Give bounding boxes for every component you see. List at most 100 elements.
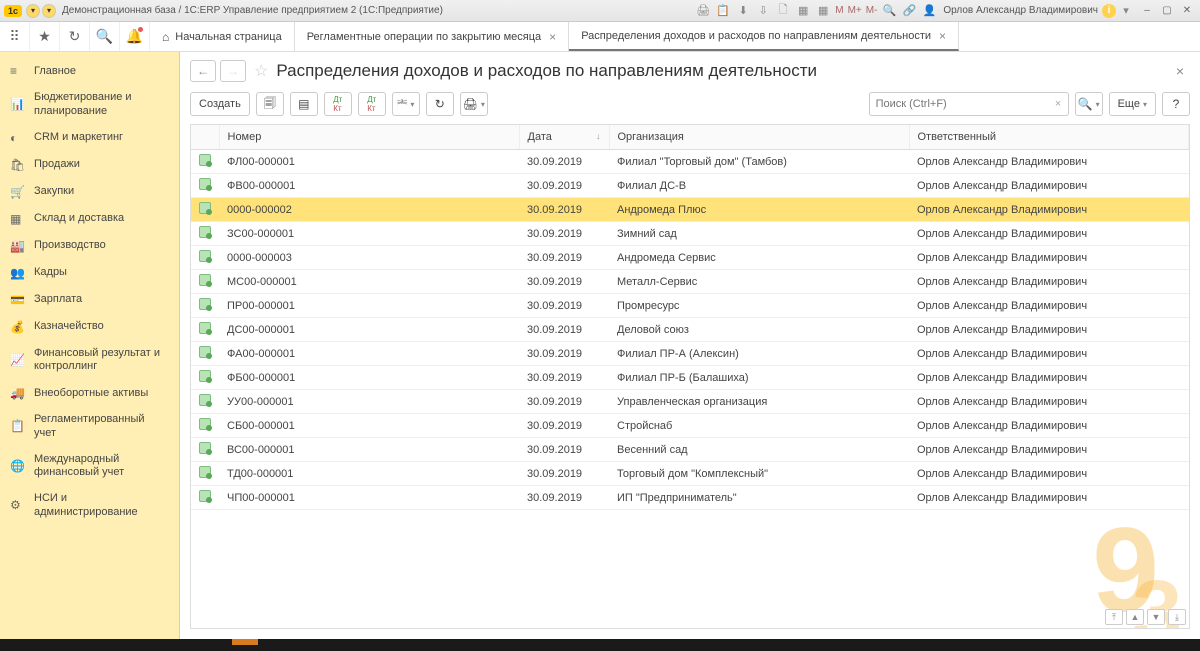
col-org[interactable]: Организация [609,125,909,150]
close-icon[interactable]: × [549,30,556,44]
memory-mminus[interactable]: M- [866,5,878,16]
zoom-icon[interactable]: 🔍 [881,3,897,19]
col-status[interactable] [191,125,219,150]
row-status-icon [191,318,219,342]
current-user[interactable]: Орлов Александр Владимирович [943,5,1098,16]
dropdown-icon[interactable]: ▾ [26,4,40,18]
table-row[interactable]: 0000-00000330.09.2019Андромеда СервисОрл… [191,246,1189,270]
sidebar-label: Производство [34,239,106,253]
app-logo: 1c [4,5,22,17]
nav-footer: ⤒ ▲ ▼ ⤓ [1105,609,1186,625]
info-icon[interactable]: i [1102,4,1116,18]
scroll-bottom-button[interactable]: ⤓ [1168,609,1186,625]
sidebar-label: НСИ и администрирование [34,492,169,520]
notifications-icon[interactable]: 🔔 [120,22,150,51]
tab-home[interactable]: ⌂ Начальная страница [150,22,295,51]
table-container: 93 Номер Дата↓ Организация Ответственный… [190,124,1190,629]
forward-button[interactable]: → [220,60,246,82]
memory-mplus[interactable]: M+ [848,5,862,16]
sidebar-item-11[interactable]: 🚚Внеоборотные активы [0,380,179,407]
advanced-search-button[interactable]: 🔍▾ [1075,92,1103,116]
table-row[interactable]: 0000-00000230.09.2019Андромеда ПлюсОрлов… [191,198,1189,222]
sidebar-item-5[interactable]: ▦Склад и доставка [0,206,179,233]
table-row[interactable]: ФБ00-00000130.09.2019Филиал ПР-Б (Балаши… [191,366,1189,390]
dt-kt-button[interactable]: ДтКт [324,92,352,116]
structure-button[interactable]: ⎃▾ [392,92,420,116]
clipboard-icon[interactable]: 📋 [715,3,731,19]
print-icon[interactable]: 🖨 [695,3,711,19]
user-icon: 👤 [921,3,937,19]
global-search-icon[interactable]: 🔍 [90,22,120,51]
table-row[interactable]: ФЛ00-00000130.09.2019Филиал "Торговый до… [191,150,1189,174]
table-row[interactable]: ДС00-00000130.09.2019Деловой союзОрлов А… [191,318,1189,342]
table-row[interactable]: ВС00-00000130.09.2019Весенний садОрлов А… [191,438,1189,462]
sidebar-item-13[interactable]: 🌐Международный финансовый учет [0,447,179,487]
tab-distributions[interactable]: Распределения доходов и расходов по напр… [569,22,959,51]
sidebar-item-2[interactable]: ◐CRM и маркетинг [0,125,179,152]
save-icon[interactable]: ⬇ [735,3,751,19]
table-row[interactable]: ПР00-00000130.09.2019ПромресурсОрлов Але… [191,294,1189,318]
table-row[interactable]: ФА00-00000130.09.2019Филиал ПР-А (Алекси… [191,342,1189,366]
copy-button[interactable]: 🗐 [256,92,284,116]
table-row[interactable]: ЧП00-00000130.09.2019ИП "Предприниматель… [191,486,1189,510]
minimize-button[interactable]: – [1138,2,1156,20]
col-responsible[interactable]: Ответственный [909,125,1189,150]
table-row[interactable]: ТД00-00000130.09.2019Торговый дом "Компл… [191,462,1189,486]
maximize-button[interactable]: ▢ [1158,2,1176,20]
back-button[interactable]: ← [190,60,216,82]
col-date[interactable]: Дата↓ [519,125,609,150]
sidebar-item-4[interactable]: 🛒Закупки [0,179,179,206]
search-clear-button[interactable]: × [1049,92,1069,116]
calendar-icon[interactable]: ▦ [815,3,831,19]
dropdown-icon-2[interactable]: ▾ [42,4,56,18]
scroll-top-button[interactable]: ⤒ [1105,609,1123,625]
scroll-up-button[interactable]: ▲ [1126,609,1144,625]
sidebar-item-1[interactable]: 📊Бюджетирование и планирование [0,85,179,125]
col-number[interactable]: Номер [219,125,519,150]
print-button[interactable]: 🖨▾ [460,92,488,116]
more-button[interactable]: Еще▾ [1109,92,1156,116]
table-row[interactable]: СБ00-00000130.09.2019СтройснабОрлов Алек… [191,414,1189,438]
refresh-button[interactable]: ↻ [426,92,454,116]
sidebar-icon: ◐ [10,131,26,146]
link-icon[interactable]: 🔗 [901,3,917,19]
scroll-down-button[interactable]: ▼ [1147,609,1165,625]
dt-kt-2-button[interactable]: ДтКт [358,92,386,116]
download-icon[interactable]: ⇩ [755,3,771,19]
star-icon[interactable]: ☆ [254,61,268,81]
table-row[interactable]: ЗС00-00000130.09.2019Зимний садОрлов Але… [191,222,1189,246]
close-page-button[interactable]: × [1170,61,1190,81]
close-window-button[interactable]: ✕ [1178,2,1196,20]
taskbar [0,639,1200,651]
grid-icon[interactable]: ▦ [795,3,811,19]
memory-m[interactable]: M [835,5,843,16]
row-number: ВС00-000001 [219,438,519,462]
sidebar-item-10[interactable]: 📈Финансовый результат и контроллинг [0,341,179,381]
create-button[interactable]: Создать [190,92,250,116]
document-icon[interactable]: 🗋 [775,3,791,19]
table-row[interactable]: ФВ00-00000130.09.2019Филиал ДС-ВОрлов Ал… [191,174,1189,198]
table-row[interactable]: МС00-00000130.09.2019Металл-СервисОрлов … [191,270,1189,294]
apps-icon[interactable]: ⠿ [0,22,30,51]
help-button[interactable]: ? [1162,92,1190,116]
tab-closing-ops[interactable]: Регламентные операции по закрытию месяца… [295,22,570,51]
sidebar-item-12[interactable]: 📋Регламентированный учет [0,407,179,447]
history-icon[interactable]: ↻ [60,22,90,51]
sidebar-item-0[interactable]: ≡Главное [0,58,179,85]
sidebar-item-7[interactable]: 👥Кадры [0,260,179,287]
close-icon[interactable]: × [939,29,946,43]
row-responsible: Орлов Александр Владимирович [909,150,1189,174]
sidebar-item-9[interactable]: 💰Казначейство [0,314,179,341]
info-dropdown-icon[interactable]: ▾ [1118,3,1134,19]
sidebar-item-8[interactable]: 💳Зарплата [0,287,179,314]
sidebar-item-14[interactable]: ⚙НСИ и администрирование [0,486,179,526]
sidebar-item-3[interactable]: 🛍Продажи [0,152,179,179]
row-org: Андромеда Сервис [609,246,909,270]
sidebar-item-6[interactable]: 🏭Производство [0,233,179,260]
table-row[interactable]: УУ00-00000130.09.2019Управленческая орга… [191,390,1189,414]
row-number: ЧП00-000001 [219,486,519,510]
search-input[interactable] [869,92,1049,116]
row-responsible: Орлов Александр Владимирович [909,174,1189,198]
list-button[interactable]: ▤ [290,92,318,116]
favorite-icon[interactable]: ★ [30,22,60,51]
